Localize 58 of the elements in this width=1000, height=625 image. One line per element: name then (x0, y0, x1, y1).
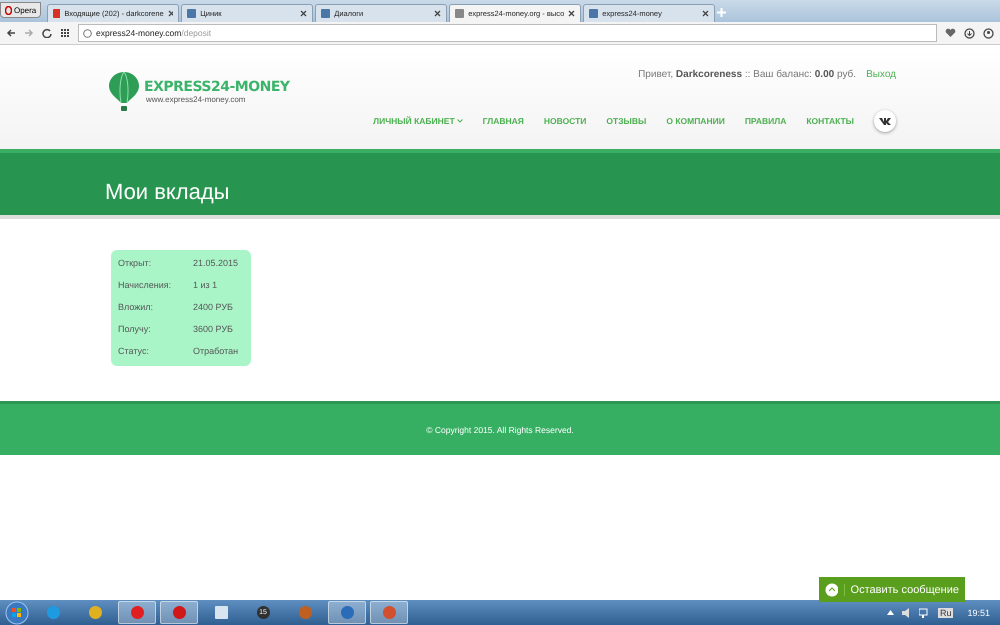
field-value: 1 из 1 (193, 279, 218, 292)
logout-link[interactable]: Выход (866, 69, 896, 80)
user-icon[interactable] (983, 28, 994, 38)
nav-link[interactable]: О КОМПАНИИ (666, 116, 725, 126)
nav-link[interactable]: ЛИЧНЫЙ КАБИНЕТ (373, 116, 463, 126)
page-title: Мои вклады (104, 179, 241, 219)
nav-link[interactable]: НОВОСТИ (544, 116, 586, 126)
chat-button[interactable]: Оставить сообщение (819, 577, 965, 602)
mail-icon (53, 9, 60, 18)
copyright-text: © Copyright 2015. All Rights Reserved. (426, 424, 574, 434)
field-label: Статус: (118, 345, 150, 358)
language-indicator[interactable]: Ru (938, 608, 954, 618)
balloon-icon (108, 71, 140, 113)
social-button[interactable] (874, 110, 896, 132)
square-icon (321, 9, 330, 18)
address-field[interactable]: express24-money.com/deposit (78, 24, 937, 42)
close-icon[interactable] (702, 10, 710, 17)
clock-text[interactable]: 19:51 (961, 608, 996, 618)
back-icon[interactable] (6, 28, 16, 38)
logo-url: www.express24-money.com (146, 95, 246, 104)
page-icon (455, 9, 464, 18)
close-icon[interactable] (434, 10, 442, 17)
close-icon[interactable] (168, 10, 174, 17)
heart-icon[interactable] (945, 28, 956, 38)
taskbar-app[interactable] (328, 601, 366, 624)
download-icon[interactable] (964, 28, 975, 38)
close-icon[interactable] (568, 10, 576, 17)
start-button[interactable] (4, 600, 30, 624)
square-icon (589, 9, 598, 18)
browser-menu-button[interactable]: Opera (0, 2, 42, 18)
nav-link[interactable]: ОТЗЫВЫ (606, 116, 646, 126)
field-value: Отработан (193, 345, 240, 358)
field-value: 21.05.2015 (193, 257, 240, 270)
speaker-icon[interactable] (902, 608, 911, 618)
square-icon (187, 9, 196, 18)
field-label: Начисления: (118, 279, 172, 292)
logo-text: EXPRESS24-MONEY (144, 79, 290, 95)
network-icon[interactable] (918, 608, 930, 618)
field-label: Получу: (118, 323, 152, 336)
chat-icon (825, 582, 838, 596)
field-label: Открыт: (118, 257, 152, 270)
greeting-text: Привет, Darkcoreness :: Ваш баланс: 0.00 руб. (638, 69, 856, 80)
opera-logo-icon (5, 6, 12, 14)
grid-icon[interactable] (60, 28, 70, 38)
nav-link[interactable]: ГЛАВНАЯ (482, 116, 524, 126)
reload-icon[interactable] (42, 28, 52, 38)
field-value: 2400 РУБ (193, 301, 234, 314)
field-value: 3600 РУБ (193, 323, 234, 336)
field-label: Вложил: (118, 301, 154, 314)
close-icon[interactable] (300, 10, 308, 17)
vk-icon (879, 118, 891, 124)
arrow-up-icon[interactable] (886, 610, 894, 615)
taskbar-app[interactable] (160, 601, 198, 624)
nav-link[interactable]: КОНТАКТЫ (806, 116, 854, 126)
taskbar-app[interactable] (370, 601, 408, 624)
caret-icon (456, 119, 463, 123)
taskbar-app[interactable] (118, 601, 156, 624)
nav-link[interactable]: ПРАВИЛА (744, 116, 786, 126)
